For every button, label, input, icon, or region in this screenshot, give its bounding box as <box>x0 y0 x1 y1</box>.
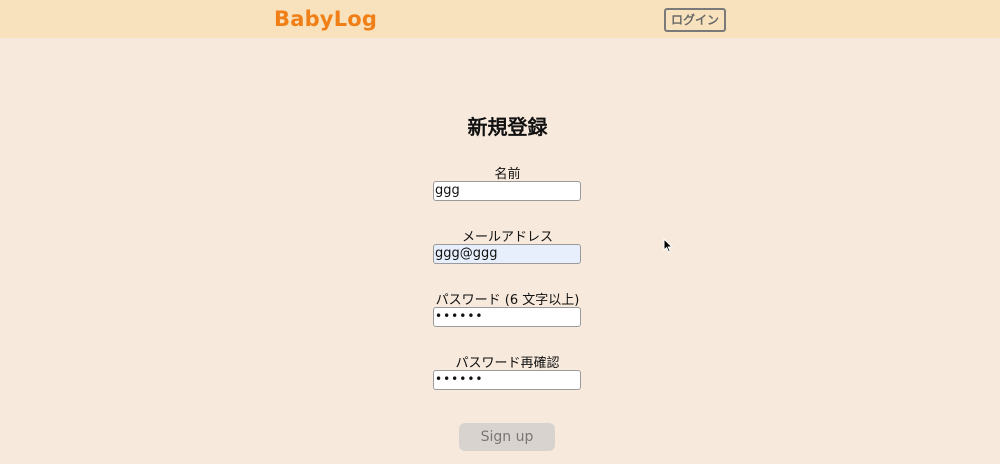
mouse-pointer-icon <box>663 237 674 257</box>
top-header: BabyLog ログイン <box>0 0 1000 38</box>
password-input[interactable]: •••••• <box>433 307 581 327</box>
brand-logo[interactable]: BabyLog <box>274 7 377 31</box>
password-confirm-input[interactable]: •••••• <box>433 370 581 390</box>
page-title: 新規登録 <box>467 115 548 139</box>
signup-button[interactable]: Sign up <box>459 423 555 451</box>
login-button[interactable]: ログイン <box>664 8 726 32</box>
password-label: パスワード (6 文字以上) <box>435 293 580 308</box>
name-input[interactable]: ggg <box>433 181 581 201</box>
email-label: メールアドレス <box>461 230 553 245</box>
name-label: 名前 <box>494 167 521 182</box>
email-input[interactable]: ggg@ggg <box>433 244 581 264</box>
password-confirm-label: パスワード再確認 <box>455 356 560 371</box>
